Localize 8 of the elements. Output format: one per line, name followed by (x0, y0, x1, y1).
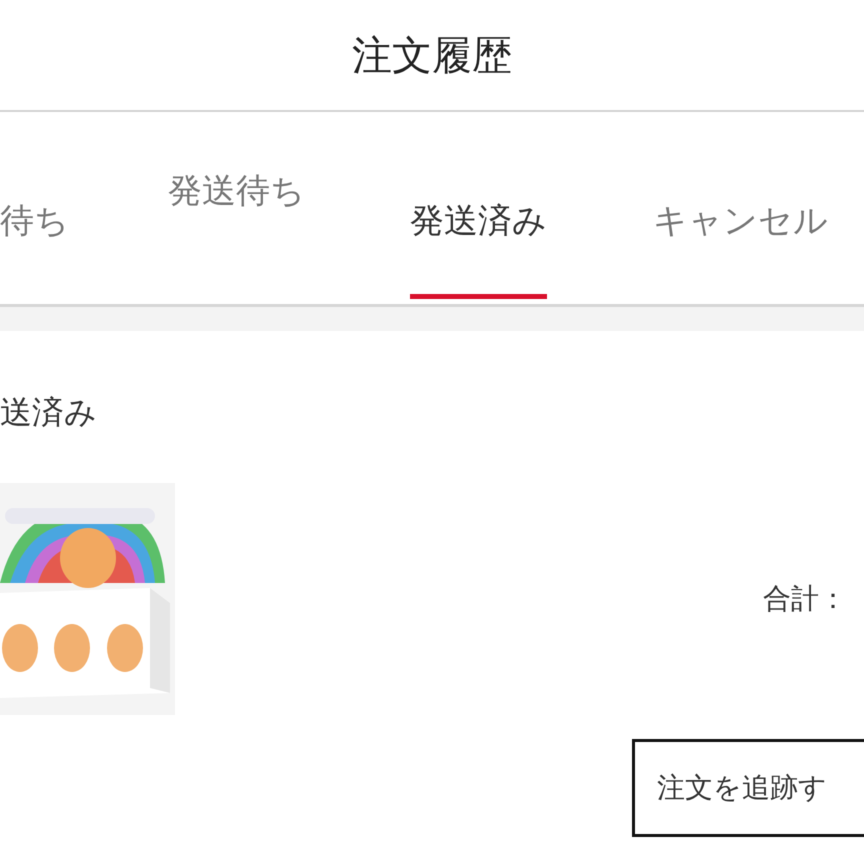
order-status: 送済み (0, 392, 98, 433)
tab[interactable]: キャンセル (653, 198, 828, 304)
track-order-button[interactable]: 注文を追跡す (632, 739, 864, 837)
tab[interactable]: 発送待ち (168, 168, 305, 274)
tab[interactable]: 待ち (0, 198, 69, 304)
total-label: 合計： (763, 581, 848, 617)
page-title: 注文履歴 (352, 32, 512, 80)
tab[interactable]: 発送済み (410, 198, 547, 299)
